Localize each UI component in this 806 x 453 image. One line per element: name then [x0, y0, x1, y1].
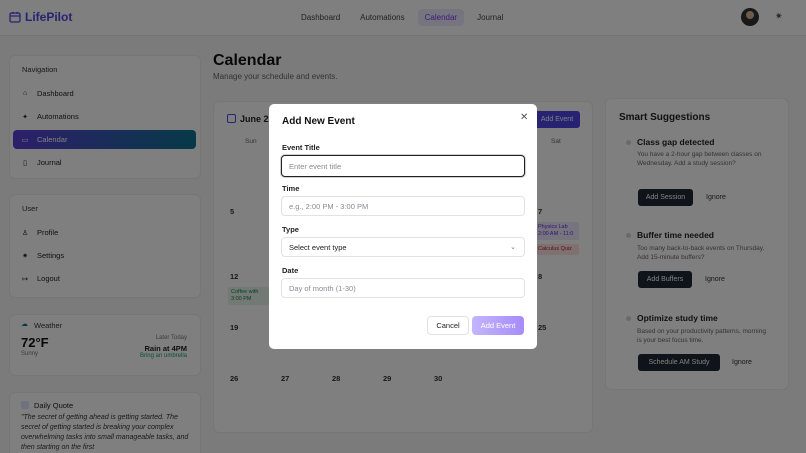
add-event-button[interactable]: Add Event: [472, 316, 524, 335]
chevron-down-icon: ⌄: [510, 244, 516, 251]
close-icon[interactable]: ✕: [520, 112, 528, 123]
event-type-value: Select event type: [289, 242, 347, 252]
time-input[interactable]: [281, 196, 525, 216]
date-input[interactable]: [281, 278, 525, 298]
event-title-label: Event Title: [282, 143, 320, 152]
add-event-modal: Add New Event ✕ Event Title Time Type Se…: [269, 104, 537, 349]
cancel-button[interactable]: Cancel: [427, 316, 469, 335]
time-label: Time: [282, 184, 300, 193]
date-label: Date: [282, 266, 299, 275]
type-label: Type: [282, 225, 299, 234]
event-type-select[interactable]: Select event type ⌄: [281, 237, 525, 257]
modal-title: Add New Event: [282, 116, 355, 127]
event-title-input[interactable]: [281, 155, 525, 177]
